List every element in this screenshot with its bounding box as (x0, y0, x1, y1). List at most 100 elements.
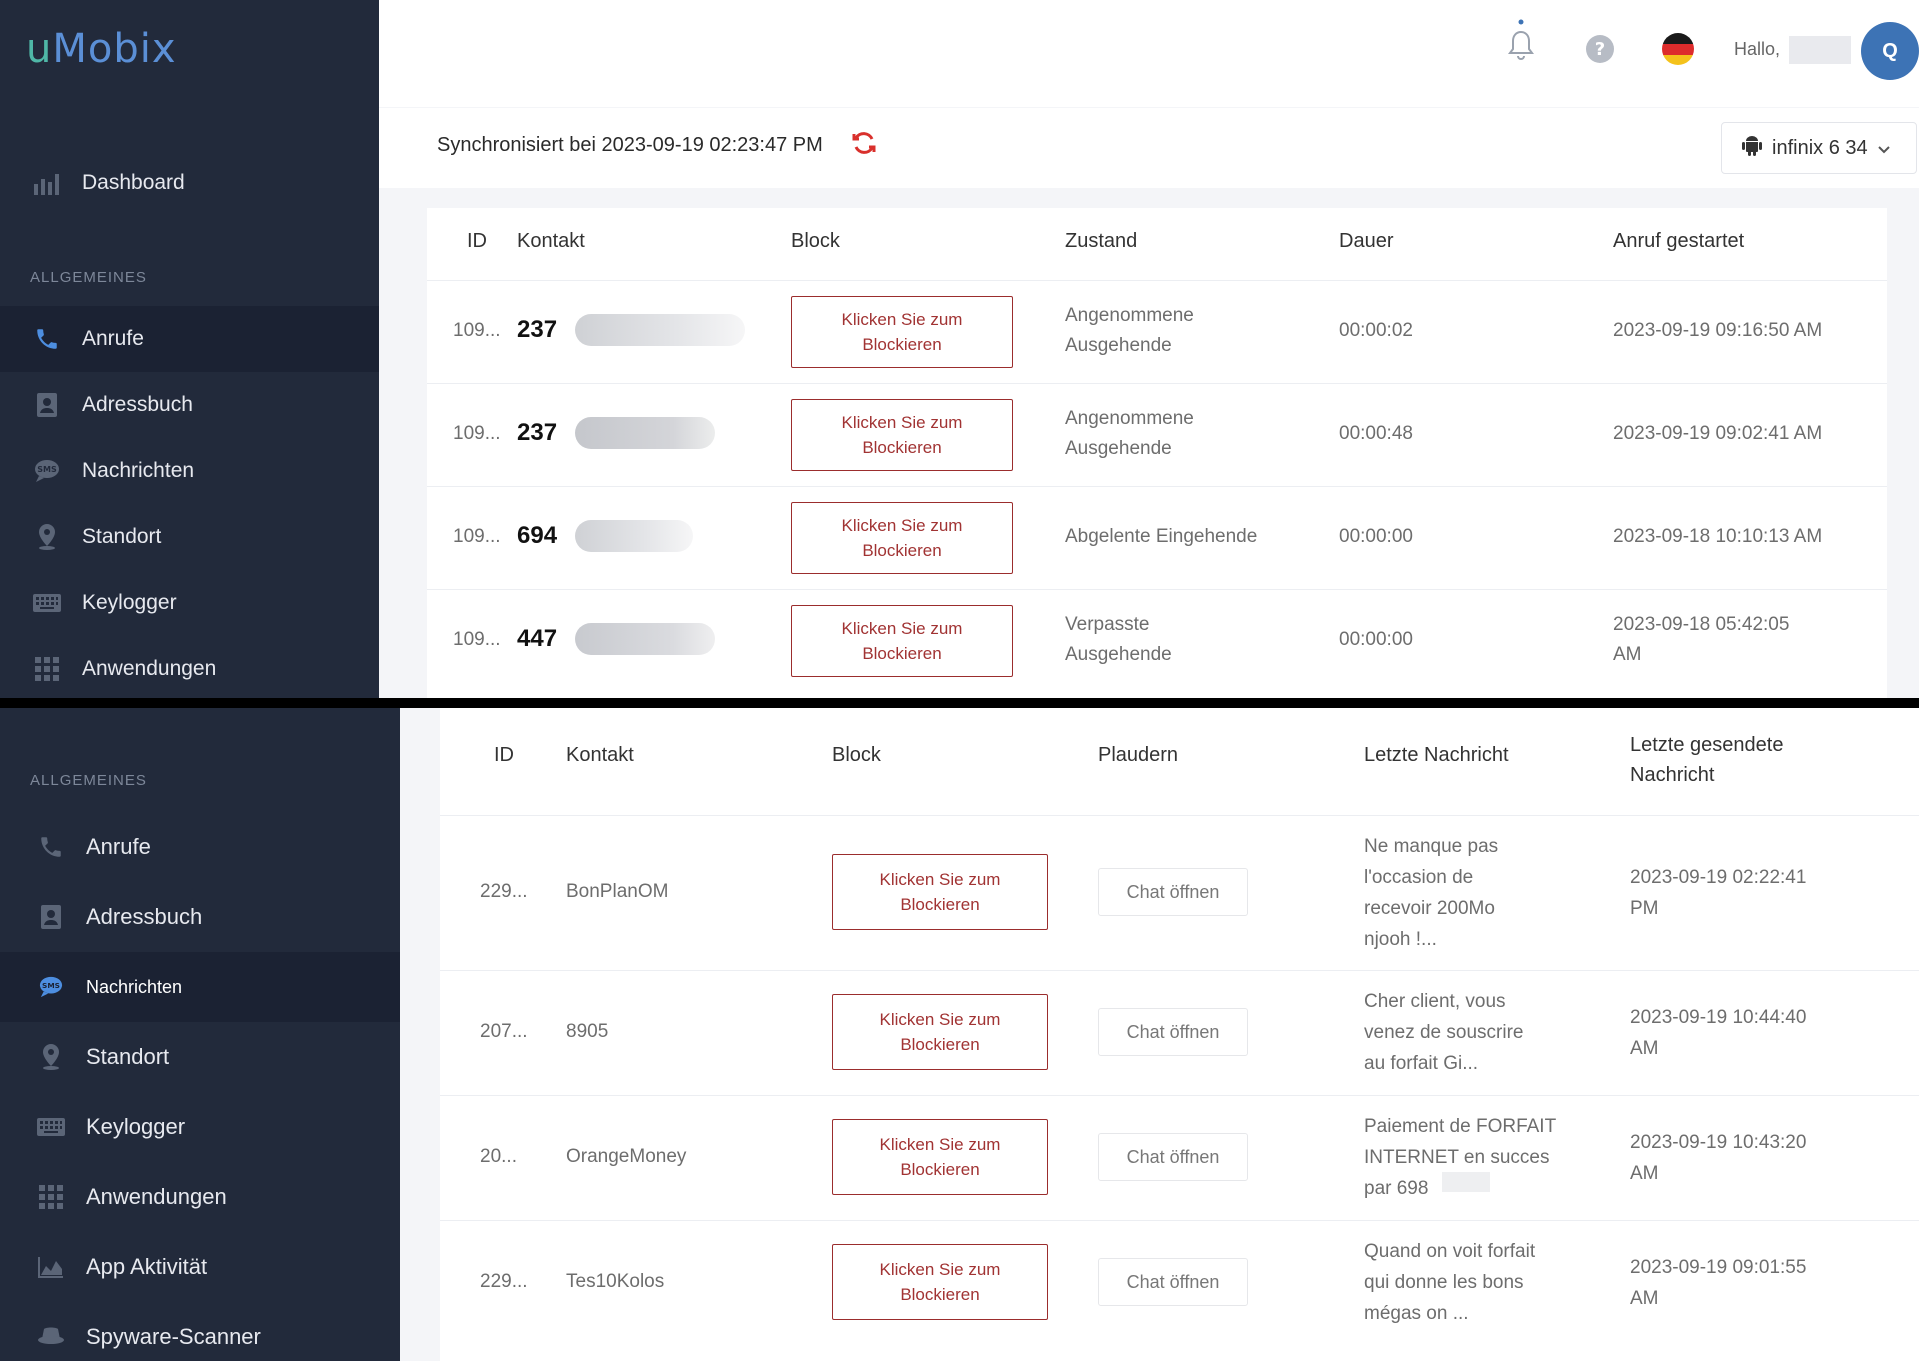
avatar[interactable]: Q (1861, 22, 1919, 80)
block-button[interactable]: Klicken Sie zum Blockieren (791, 502, 1013, 574)
redacted-number (575, 520, 693, 552)
sidebar-item-label: Spyware-Scanner (86, 1324, 261, 1349)
row-divider (427, 280, 1887, 281)
message-contact: Tes10Kolos (566, 1271, 665, 1292)
sidebar-item-keylogger[interactable]: Keylogger (0, 570, 177, 636)
svg-text:SMS: SMS (37, 465, 57, 474)
call-state: Angenommene Ausgehende (1065, 305, 1194, 356)
block-button[interactable]: Klicken Sie zum Blockieren (832, 1119, 1048, 1195)
open-chat-button[interactable]: Chat öffnen (1098, 1008, 1248, 1056)
sidebar-item-label: Dashboard (82, 171, 185, 194)
open-chat-button[interactable]: Chat öffnen (1098, 1133, 1248, 1181)
row-divider (427, 486, 1887, 487)
call-duration: 00:00:00 (1339, 526, 1413, 547)
call-state: Verpasste Ausgehende (1065, 614, 1172, 665)
area-chart-icon (34, 1252, 68, 1282)
column-header: ID (467, 230, 487, 252)
messages-table: ID Kontakt Block Plaudern Letzte Nachric… (440, 708, 1919, 1361)
umobix-logo[interactable]: uMobix (26, 26, 177, 72)
call-duration: 00:00:48 (1339, 423, 1413, 444)
location-pin-icon (30, 522, 64, 552)
sidebar-item-nachrichten[interactable]: SMS Nachrichten (0, 438, 194, 504)
device-name: infinix 6 34 (1772, 136, 1868, 159)
sidebar-item-nachrichten[interactable]: SMS Nachrichten (0, 952, 400, 1022)
redacted-number (1442, 1172, 1490, 1192)
sidebar-item-label: Nachrichten (86, 976, 183, 997)
last-sent: 2023-09-19 10:44:40 AM (1630, 1007, 1807, 1059)
column-header: Anruf gestartet (1613, 230, 1745, 252)
redacted-username (1789, 36, 1851, 64)
block-button[interactable]: Klicken Sie zum Blockieren (832, 1244, 1048, 1320)
last-sent: 2023-09-19 02:22:41 PM (1630, 867, 1807, 919)
device-select[interactable]: infinix 6 34 (1721, 122, 1917, 174)
svg-text:?: ? (1595, 39, 1605, 60)
column-header: Kontakt (517, 230, 585, 252)
column-header: Kontakt (566, 744, 634, 766)
last-message: Ne manque pas l'occasion de recevoir 200Mo… (1364, 836, 1499, 950)
call-started: 2023-09-19 09:16:50 AM (1613, 320, 1823, 341)
sidebar-item-label: Keylogger (82, 591, 177, 614)
sidebar-item-standort[interactable]: Standort (0, 1022, 169, 1092)
row-divider (440, 815, 1919, 816)
column-header: ID (494, 744, 514, 766)
sms-icon: SMS (34, 972, 68, 1002)
sidebar-item-keylogger[interactable]: Keylogger (0, 1092, 185, 1162)
redacted-number (575, 314, 745, 346)
screenshot-divider (0, 698, 1919, 708)
refresh-icon[interactable] (851, 130, 877, 161)
column-header: Dauer (1339, 230, 1394, 252)
sidebar-item-app-aktivitat[interactable]: App Aktivität (0, 1232, 207, 1302)
contact-book-icon (34, 902, 68, 932)
sidebar-item-adressbuch[interactable]: Adressbuch (0, 882, 202, 952)
sidebar-item-adressbuch[interactable]: Adressbuch (0, 372, 193, 438)
sidebar-item-label: Anrufe (82, 327, 144, 350)
message-contact: OrangeMoney (566, 1146, 687, 1167)
sms-icon: SMS (30, 456, 64, 486)
column-header: Block (832, 744, 881, 766)
calls-screenshot: uMobix Dashboard ALLGEMEINES Anrufe Adre… (0, 0, 1919, 698)
call-duration: 00:00:02 (1339, 320, 1413, 341)
sidebar-item-anrufe[interactable]: Anrufe (0, 306, 379, 372)
row-divider (440, 970, 1919, 971)
german-flag-icon[interactable] (1661, 32, 1695, 71)
sidebar-item-standort[interactable]: Standort (0, 504, 161, 570)
block-button[interactable]: Klicken Sie zum Blockieren (791, 296, 1013, 368)
call-started: 2023-09-18 05:42:05 AM (1613, 614, 1790, 665)
sidebar-item-spyware-scanner[interactable]: Spyware-Scanner (0, 1302, 261, 1361)
redacted-number (575, 623, 715, 655)
message-id: 207... (480, 1021, 528, 1042)
contact-number: 237 (517, 419, 558, 446)
open-chat-button[interactable]: Chat öffnen (1098, 868, 1248, 916)
section-label: ALLGEMEINES (30, 772, 147, 789)
sync-bar: Synchronisiert bei 2023-09-19 02:23:47 P… (379, 108, 1919, 188)
message-contact: 8905 (566, 1021, 609, 1042)
sidebar-item-anrufe[interactable]: Anrufe (0, 812, 151, 882)
block-button[interactable]: Klicken Sie zum Blockieren (832, 994, 1048, 1070)
sidebar-item-anwendungen[interactable]: Anwendungen (0, 1162, 227, 1232)
sidebar-item-dashboard[interactable]: Dashboard (0, 150, 185, 216)
apps-grid-icon (34, 1182, 68, 1212)
sidebar-item-label: Standort (86, 1044, 170, 1069)
messages-screenshot: ALLGEMEINES Anrufe Adressbuch SMS Nachri… (0, 708, 1919, 1361)
help-icon[interactable]: ? (1585, 34, 1615, 69)
message-id: 229... (480, 1271, 528, 1292)
android-icon (1742, 134, 1762, 162)
message-id: 229... (480, 881, 528, 902)
phone-icon (34, 832, 68, 862)
block-button[interactable]: Klicken Sie zum Blockieren (791, 605, 1013, 677)
block-button[interactable]: Klicken Sie zum Blockieren (832, 854, 1048, 930)
bell-icon[interactable] (1506, 18, 1536, 73)
sidebar-item-label: App Aktivität (86, 1254, 208, 1279)
column-header: Plaudern (1098, 744, 1179, 766)
phone-icon (30, 324, 64, 354)
sidebar-item-label: Adressbuch (82, 393, 193, 416)
open-chat-button[interactable]: Chat öffnen (1098, 1258, 1248, 1306)
sidebar-item-anwendungen[interactable]: Anwendungen (0, 636, 216, 698)
block-button[interactable]: Klicken Sie zum Blockieren (791, 399, 1013, 471)
last-sent: 2023-09-19 10:43:20 AM (1630, 1132, 1807, 1184)
last-message: Cher client, vous venez de souscrire au fo… (1364, 991, 1524, 1074)
call-id: 109... (453, 629, 501, 650)
call-id: 109... (453, 423, 501, 444)
column-header: Block (791, 230, 840, 252)
redacted-number (575, 417, 715, 449)
